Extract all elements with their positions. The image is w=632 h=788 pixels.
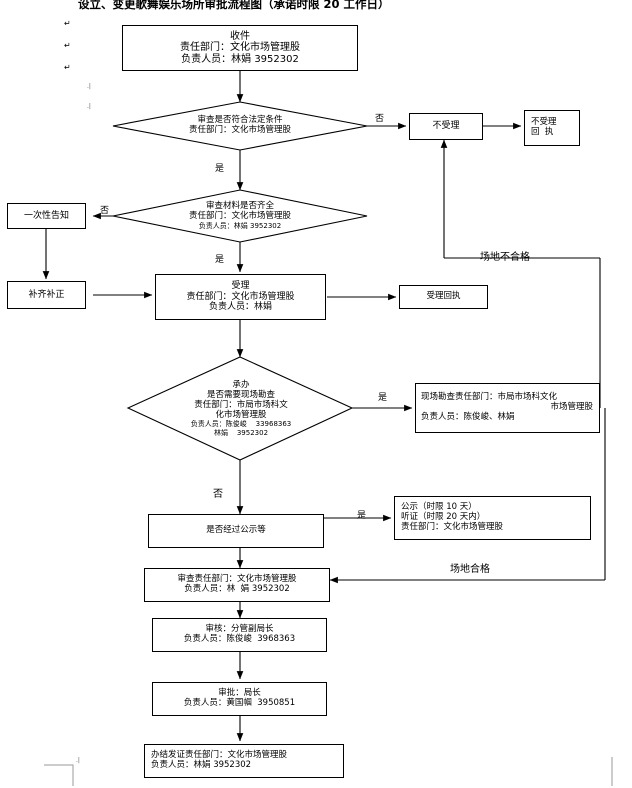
- edge-label-site-pass: 场地合格: [450, 564, 490, 575]
- node-accept-line2: 责任部门：文化市场管理股: [186, 291, 295, 302]
- node-publicity-line3: 责任部门：文化市场管理股: [401, 521, 504, 532]
- node-not-accept[interactable]: 不受理: [409, 113, 483, 140]
- node-site-survey[interactable]: 现场勘查责任部门：市局市场科文化 市场管理股 负责人员：陈俊峻、林娟: [415, 383, 600, 433]
- edge-label-no-3: 否: [213, 489, 223, 500]
- node-receive-line2: 责任部门：文化市场管理股: [180, 42, 300, 54]
- edge-label-yes-4: 是: [357, 511, 367, 521]
- node-accept-receipt-line1: 受理回执: [426, 291, 461, 302]
- node-check-legal-line2: 责任部门：文化市场管理股: [188, 125, 291, 135]
- node-accept[interactable]: 受理 责任部门：文化市场管理股 负责人员：林娟: [155, 274, 326, 320]
- node-approve-line2: 负责人员：黄国帼 3950851: [183, 698, 296, 708]
- node-issue-line2: 负责人员：林娟 3952302: [151, 760, 252, 770]
- node-audit[interactable]: 审核：分管副局长 负责人员：陈俊峻 3968363: [152, 618, 327, 652]
- node-receive[interactable]: 收件 责任部门：文化市场管理股 负责人员：林娟 3952302: [122, 25, 358, 71]
- edge-label-no-2: 否: [100, 206, 110, 216]
- margin-pilcrow-3: ↵: [64, 63, 71, 72]
- node-audit-line2: 负责人员：陈俊峻 3968363: [183, 634, 296, 644]
- margin-dot-1: .|: [87, 83, 91, 90]
- node-supplement-line1: 补齐补正: [28, 289, 65, 300]
- node-one-time-notice[interactable]: 一次性告知: [7, 203, 86, 229]
- node-site-survey-line3: 负责人员：陈俊峻、林娟: [421, 411, 515, 422]
- node-publicity-check-line1: 是否经过公示等: [206, 525, 266, 536]
- margin-pilcrow-1: ↵: [64, 19, 71, 28]
- edge-label-no-1: 否: [375, 114, 385, 124]
- node-accept-line3: 负责人员：林娟: [208, 302, 272, 313]
- node-check-materials-line2: 责任部门：文化市场管理股: [188, 210, 291, 221]
- node-not-accept-line1: 不受理: [432, 121, 460, 132]
- node-review-dept[interactable]: 审查责任部门：文化市场管理股 负责人员：林 娟 3952302: [144, 568, 330, 602]
- edge-label-yes-1: 是: [215, 164, 225, 174]
- edge-label-yes-2: 是: [215, 255, 225, 265]
- node-accept-line1: 受理: [231, 281, 250, 292]
- node-not-accept-receipt-line2: 回 执: [531, 127, 554, 137]
- node-receive-line1: 收件: [230, 30, 250, 42]
- node-undertake[interactable]: 承办 是否需要现场勘查 责任部门：市局市场科文 化市场管理股 负责人员：陈俊峻 …: [155, 373, 327, 445]
- corner-dot: .|: [76, 757, 80, 764]
- node-check-legal[interactable]: 审查是否符合法定条件 责任部门：文化市场管理股: [150, 110, 330, 142]
- node-undertake-line5: 负责人员：陈俊峻 33968363: [190, 420, 292, 429]
- node-publicity[interactable]: 公示（时限 10 天） 听证（时限 20 天内） 责任部门：文化市场管理股: [394, 496, 591, 540]
- node-publicity-check[interactable]: 是否经过公示等: [148, 514, 324, 548]
- node-approve[interactable]: 审批：局长 负责人员：黄国帼 3950851: [152, 682, 327, 716]
- node-supplement[interactable]: 补齐补正: [7, 281, 86, 309]
- page-title: 设立、变更歌舞娱乐场所审批流程图（承诺时限 20 工作日）: [78, 0, 390, 11]
- node-site-survey-line2: 市场管理股: [550, 402, 593, 413]
- node-review-dept-line2: 负责人员：林 娟 3952302: [184, 584, 290, 594]
- edge-label-site-fail: 场地不合格: [480, 252, 530, 263]
- node-undertake-line6: 林娟 3952302: [213, 428, 269, 437]
- node-receive-line3: 负责人员：林娟 3952302: [181, 53, 299, 65]
- node-check-materials[interactable]: 审查材料是否齐全 责任部门：文化市场管理股 负责人员：林娟 3952302: [150, 196, 330, 236]
- node-not-accept-receipt[interactable]: 不受理 回 执: [524, 110, 580, 146]
- node-one-time-notice-line1: 一次性告知: [23, 210, 69, 221]
- node-accept-receipt[interactable]: 受理回执: [399, 285, 488, 309]
- edge-label-yes-3: 是: [378, 393, 388, 403]
- node-site-survey-line1: 现场勘查责任部门：市局市场科文化: [421, 392, 558, 403]
- margin-dot-2: .|: [87, 103, 91, 110]
- margin-pilcrow-2: ↵: [64, 41, 71, 50]
- node-issue[interactable]: 办结发证责任部门：文化市场管理股 负责人员：林娟 3952302: [144, 744, 344, 778]
- node-check-materials-line3: 负责人员：林娟 3952302: [198, 221, 282, 230]
